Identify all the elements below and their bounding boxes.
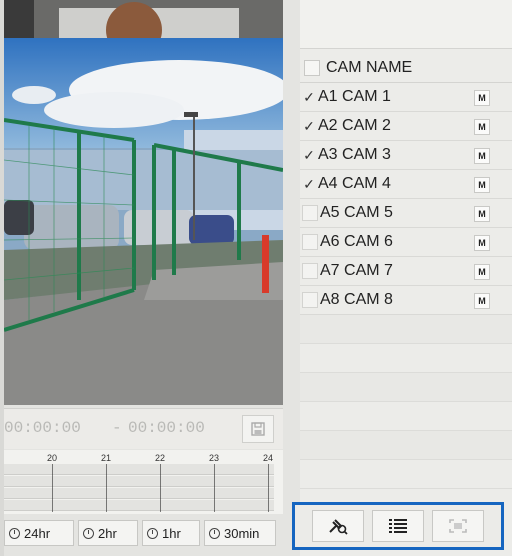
select-all-checkbox[interactable] (304, 60, 320, 76)
duration-label: 24hr (24, 525, 51, 541)
fullscreen-icon (449, 519, 467, 533)
camera-mode-badge[interactable]: M (474, 264, 490, 280)
checkmark-icon[interactable]: ✓ (300, 118, 318, 135)
timeline-hour-line (106, 464, 107, 512)
camera-name: A4 CAM 4 (318, 175, 391, 192)
list-icon (389, 519, 407, 533)
timeline-hour-label: 20 (46, 453, 58, 463)
empty-camera-row (300, 431, 512, 460)
empty-camera-row (300, 460, 512, 489)
search-pin-button[interactable] (312, 510, 364, 542)
video-frame (4, 0, 283, 405)
duration-label: 2hr (98, 525, 117, 541)
camera-checkbox[interactable] (302, 263, 318, 279)
checkmark-icon[interactable]: ✓ (300, 147, 318, 164)
timeline-hour-label: 22 (154, 453, 166, 463)
camera-panel: CAM NAME ✓ A1 CAM 1 M ✓ A2 CAM 2 M ✓ A3 CAM 3 M ✓… (300, 0, 512, 556)
date-bar (300, 0, 512, 49)
empty-camera-row (300, 402, 512, 431)
camera-list: CAM NAME ✓ A1 CAM 1 M ✓ A2 CAM 2 M ✓ A3 CAM 3 M ✓… (300, 54, 512, 489)
checkmark-icon[interactable]: ✓ (300, 176, 318, 193)
timeline-hour-label: 23 (208, 453, 220, 463)
camera-name: A3 CAM 3 (318, 146, 391, 163)
timeline-hour-label: 24 (262, 453, 274, 463)
duration-1hr-button[interactable]: 1hr (142, 520, 200, 546)
camera-video-preview[interactable] (4, 0, 283, 405)
camera-mode-badge[interactable]: M (474, 206, 490, 222)
timeline-hour-label: 21 (100, 453, 112, 463)
fullscreen-button[interactable] (432, 510, 484, 542)
camera-row[interactable]: ✓ A4 CAM 4 M (300, 170, 512, 199)
duration-2hr-button[interactable]: 2hr (78, 520, 138, 546)
list-button[interactable] (372, 510, 424, 542)
clock-icon (9, 527, 20, 539)
camera-row[interactable]: ✓ A1 CAM 1 M (300, 83, 512, 112)
empty-camera-row (300, 315, 512, 344)
camera-name: A1 CAM 1 (318, 88, 391, 105)
floppy-disk-icon (251, 422, 265, 436)
timeline-track[interactable] (4, 464, 274, 475)
timeline[interactable]: 20 21 22 23 24 (4, 450, 283, 514)
search-pin-icon (329, 519, 348, 535)
end-time-field[interactable]: 00:00:00 (128, 419, 205, 437)
clock-icon (83, 527, 94, 539)
camera-mode-badge[interactable]: M (474, 119, 490, 135)
clock-icon (209, 527, 220, 539)
camera-name: A8 CAM 8 (320, 291, 393, 308)
camera-row[interactable]: ✓ A3 CAM 3 M (300, 141, 512, 170)
camera-name: A7 CAM 7 (320, 262, 393, 279)
time-separator: - (112, 419, 122, 437)
timeline-hour-line (214, 464, 215, 512)
camera-checkbox[interactable] (302, 292, 318, 308)
camera-mode-badge[interactable]: M (474, 177, 490, 193)
checkmark-icon[interactable]: ✓ (300, 89, 318, 106)
timeline-track[interactable] (4, 476, 274, 487)
duration-24hr-button[interactable]: 24hr (4, 520, 74, 546)
camera-row[interactable]: ✓ A2 CAM 2 M (300, 112, 512, 141)
camera-row[interactable]: A7 CAM 7 M (300, 257, 512, 286)
camera-row[interactable]: A8 CAM 8 M (300, 286, 512, 315)
camera-mode-badge[interactable]: M (474, 90, 490, 106)
bottom-toolbar (292, 502, 504, 550)
timeline-grid[interactable] (4, 464, 274, 512)
timeline-track[interactable] (4, 500, 274, 511)
duration-label: 30min (224, 525, 260, 541)
duration-30min-button[interactable]: 30min (204, 520, 276, 546)
timeline-track[interactable] (4, 488, 274, 499)
timeline-hour-line (268, 464, 269, 512)
playback-time-row: 00:00:00 - 00:00:00 (4, 408, 283, 449)
duration-buttons: 24hr 2hr 1hr 30min (4, 520, 283, 550)
camera-row[interactable]: A6 CAM 6 M (300, 228, 512, 257)
empty-camera-row (300, 344, 512, 373)
duration-label: 1hr (162, 525, 181, 541)
camera-mode-badge[interactable]: M (474, 235, 490, 251)
start-time-field[interactable]: 00:00:00 (4, 419, 81, 437)
empty-camera-row (300, 373, 512, 402)
cam-name-header: CAM NAME (326, 59, 413, 76)
timeline-hour-line (52, 464, 53, 512)
camera-row[interactable]: A5 CAM 5 M (300, 199, 512, 228)
camera-mode-badge[interactable]: M (474, 148, 490, 164)
camera-name: A5 CAM 5 (320, 204, 393, 221)
camera-checkbox[interactable] (302, 205, 318, 221)
timeline-hour-line (160, 464, 161, 512)
clock-icon (147, 527, 158, 539)
camera-checkbox[interactable] (302, 234, 318, 250)
camera-name: A6 CAM 6 (320, 233, 393, 250)
camera-name: A2 CAM 2 (318, 117, 391, 134)
camera-list-header: CAM NAME (300, 54, 512, 83)
save-button[interactable] (242, 415, 274, 443)
camera-mode-badge[interactable]: M (474, 293, 490, 309)
